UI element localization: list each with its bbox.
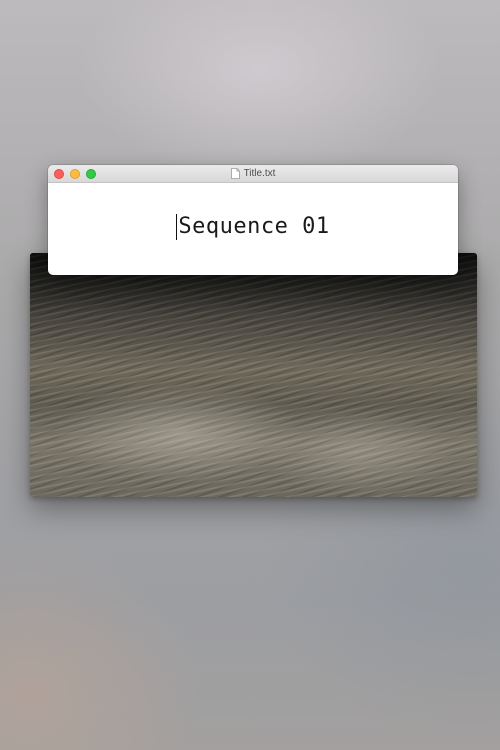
text-editing-area[interactable]: Sequence 01 (48, 183, 458, 275)
window-titlebar[interactable]: Title.txt (48, 165, 458, 183)
text-caret (176, 213, 178, 240)
window-title-group: Title.txt (48, 165, 458, 182)
window-title: Title.txt (243, 168, 276, 179)
text-line[interactable]: Sequence 01 (176, 213, 329, 240)
light-reflection (30, 253, 477, 497)
text-editor-window[interactable]: Title.txt Sequence 01 (48, 165, 458, 275)
video-preview-window[interactable] (30, 253, 477, 497)
document-text[interactable]: Sequence 01 (178, 214, 329, 239)
text-document-icon (230, 168, 240, 179)
